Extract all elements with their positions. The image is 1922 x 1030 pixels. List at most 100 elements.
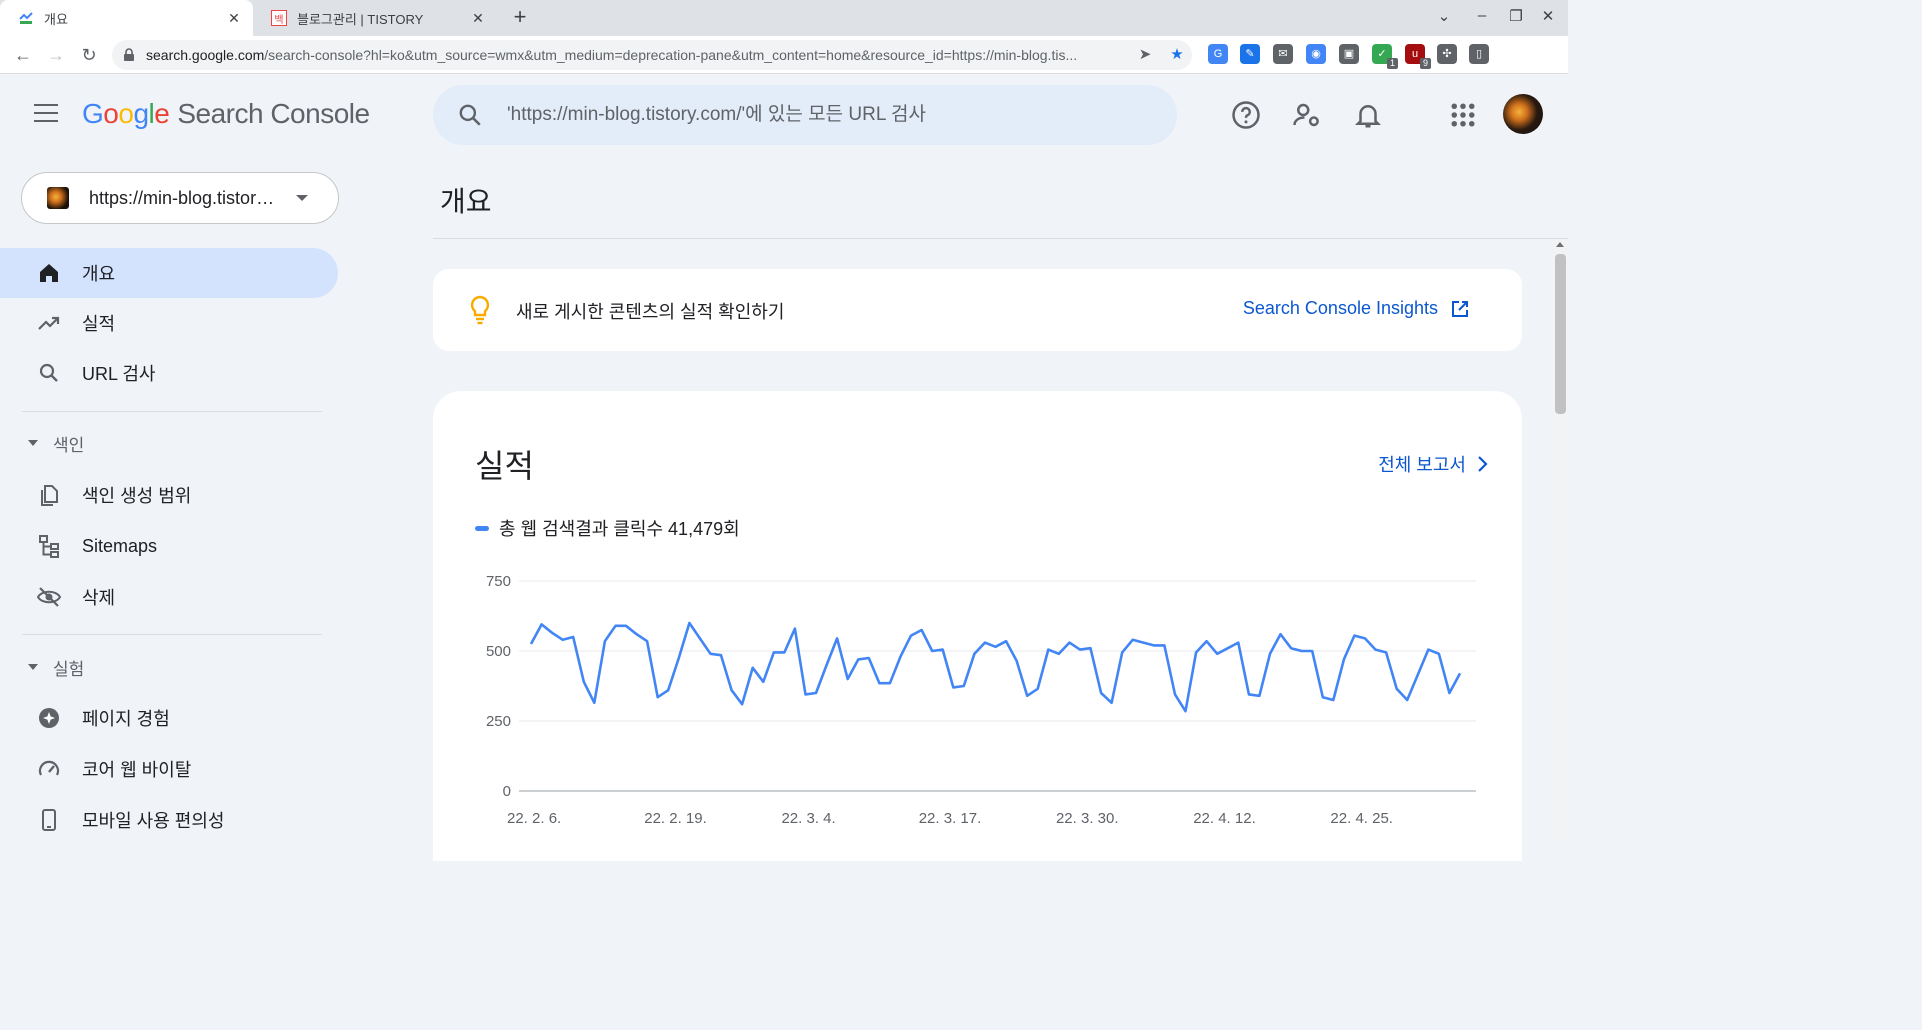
extension-badge: 9 bbox=[1420, 58, 1431, 69]
sidebar-item-label: 모바일 사용 편의성 bbox=[82, 811, 225, 831]
new-tab-button[interactable]: + bbox=[508, 6, 532, 30]
app-header: Google Search Console bbox=[0, 74, 1568, 158]
sidebar-item-performance[interactable]: 실적 bbox=[0, 298, 338, 348]
account-avatar[interactable] bbox=[1503, 94, 1543, 134]
user-settings-icon[interactable] bbox=[1292, 100, 1322, 130]
sidebar-item-mobile-usability[interactable]: 모바일 사용 편의성 bbox=[0, 795, 338, 845]
sidebar-item-label: 삭제 bbox=[82, 588, 116, 608]
clicks-series-line[interactable] bbox=[529, 621, 1462, 713]
tab-close-icon[interactable]: ✕ bbox=[469, 9, 487, 27]
forward-icon[interactable]: → bbox=[45, 44, 67, 66]
x-tick-label: 22. 2. 19. bbox=[644, 810, 707, 827]
sidebar-item-url-inspection[interactable]: URL 검사 bbox=[0, 348, 338, 398]
caret-down-icon bbox=[28, 440, 38, 446]
section-experience-toggle[interactable]: 실험 bbox=[28, 655, 84, 679]
performance-title: 실적 bbox=[475, 448, 534, 484]
address-bar: ← → ↻ search.google.com/search-console?h… bbox=[0, 36, 1568, 74]
sidebar-divider bbox=[22, 411, 322, 412]
search-icon bbox=[36, 360, 62, 386]
sidebar-item-label: URL 검사 bbox=[82, 364, 156, 384]
page-title: 개요 bbox=[440, 186, 492, 217]
main-content: 개요 새로 게시한 콘텐츠의 실적 확인하기 Search Console In… bbox=[433, 158, 1568, 861]
property-selector[interactable]: https://min-blog.tistory.com/ bbox=[21, 172, 339, 224]
home-icon bbox=[36, 260, 62, 286]
sidebar-item-label: 실적 bbox=[82, 314, 116, 334]
insights-card: 새로 게시한 콘텐츠의 실적 확인하기 Search Console Insig… bbox=[433, 269, 1522, 351]
x-tick-label: 22. 2. 6. bbox=[507, 810, 561, 827]
sidepanel-extension-icon[interactable]: ▯ bbox=[1469, 44, 1489, 64]
puzzle-extension-icon[interactable]: ✣ bbox=[1437, 44, 1457, 64]
tab-close-icon[interactable]: ✕ bbox=[225, 9, 243, 27]
sidebar-item-overview[interactable]: 개요 bbox=[0, 248, 338, 298]
sidebar-item-sitemaps[interactable]: Sitemaps bbox=[0, 521, 338, 571]
search-input[interactable] bbox=[507, 104, 1147, 126]
help-icon[interactable] bbox=[1231, 100, 1261, 130]
x-tick-label: 22. 3. 17. bbox=[919, 810, 982, 827]
bookmark-star-icon[interactable]: ★ bbox=[1168, 46, 1186, 64]
shield-check-extension-icon[interactable]: ✓ 1 bbox=[1372, 44, 1398, 69]
x-tick-label: 22. 3. 30. bbox=[1056, 810, 1119, 827]
send-icon[interactable]: ➤ bbox=[1136, 46, 1154, 64]
chart-legend[interactable]: 총 웹 검색결과 클릭수 41,479회 bbox=[475, 515, 740, 541]
sidebar-item-label: Sitemaps bbox=[82, 535, 158, 556]
lock-icon bbox=[124, 48, 134, 61]
url-text: search.google.com/search-console?hl=ko&u… bbox=[146, 47, 1078, 63]
lightbulb-icon bbox=[470, 295, 490, 325]
search-console-favicon-icon bbox=[18, 10, 34, 26]
sidebar-item-core-web-vitals[interactable]: 코어 웹 바이탈 bbox=[0, 744, 338, 794]
ublock-extension-icon[interactable]: u9 bbox=[1405, 44, 1431, 69]
minimize-icon[interactable]: – bbox=[1471, 7, 1493, 24]
open-in-new-icon bbox=[1452, 300, 1468, 317]
x-tick-label: 22. 3. 4. bbox=[781, 810, 835, 827]
window-close-icon[interactable]: ✕ bbox=[1537, 7, 1559, 25]
badge-icon bbox=[36, 705, 62, 731]
sidebar-divider bbox=[22, 634, 322, 635]
tistory-favicon-icon: 백 bbox=[271, 10, 287, 26]
y-tick-label: 500 bbox=[486, 643, 511, 660]
scrollbar-thumb[interactable] bbox=[1555, 254, 1566, 414]
back-icon[interactable]: ← bbox=[12, 44, 34, 66]
sidebar-item-label: 색인 생성 범위 bbox=[82, 486, 192, 506]
apps-grid-icon[interactable] bbox=[1448, 100, 1478, 130]
sidebar-item-page-experience[interactable]: 페이지 경험 bbox=[0, 693, 338, 743]
tab-search-icon[interactable]: ⌄ bbox=[1433, 7, 1455, 25]
tab-title: 개요 bbox=[44, 11, 68, 27]
section-index-toggle[interactable]: 색인 bbox=[28, 431, 84, 455]
tab-overview[interactable]: 개요 ✕ bbox=[0, 0, 253, 36]
pen-extension-icon[interactable]: ✎ bbox=[1240, 44, 1260, 64]
performance-card: 실적 전체 보고서 총 웹 검색결과 클릭수 41,479회 750 500 250… bbox=[433, 391, 1522, 861]
property-favicon bbox=[47, 187, 69, 209]
caret-down-icon bbox=[28, 664, 38, 670]
x-tick-label: 22. 4. 12. bbox=[1193, 810, 1256, 827]
file-copy-icon bbox=[36, 482, 62, 508]
sidebar-item-removals[interactable]: 삭제 bbox=[0, 572, 338, 622]
menu-icon[interactable] bbox=[34, 104, 58, 122]
search-console-insights-link[interactable]: Search Console Insights bbox=[1243, 298, 1470, 319]
sidebar-item-coverage[interactable]: 색인 생성 범위 bbox=[0, 470, 338, 520]
omnibox[interactable]: search.google.com/search-console?hl=ko&u… bbox=[112, 40, 1192, 70]
legend-label: 총 웹 검색결과 클릭수 41,479회 bbox=[499, 519, 740, 539]
notifications-icon[interactable] bbox=[1353, 100, 1383, 130]
extension-badge: 1 bbox=[1387, 58, 1398, 69]
smartphone-icon bbox=[36, 807, 62, 833]
restore-icon[interactable]: ❐ bbox=[1505, 7, 1527, 25]
translate-extension-icon[interactable]: G bbox=[1208, 44, 1228, 64]
full-report-link[interactable]: 전체 보고서 bbox=[1378, 451, 1488, 477]
chevron-right-icon bbox=[1478, 456, 1488, 472]
tab-tistory[interactable]: 백 블로그관리 | TISTORY ✕ bbox=[253, 0, 497, 36]
search-console-logo[interactable]: Google Search Console bbox=[82, 98, 370, 130]
sidebar-item-label: 개요 bbox=[82, 264, 116, 284]
y-tick-label: 750 bbox=[486, 573, 511, 590]
sidebar: https://min-blog.tistory.com/ 개요 실적 URL … bbox=[0, 158, 350, 840]
portrait-extension-icon[interactable]: ▣ bbox=[1339, 44, 1359, 64]
browser-tab-bar: 개요 ✕ 백 블로그관리 | TISTORY ✕ + ⌄ – ❐ ✕ bbox=[0, 0, 1568, 36]
sidebar-item-label: 코어 웹 바이탈 bbox=[82, 760, 192, 780]
globe-extension-icon[interactable]: ◉ bbox=[1306, 44, 1326, 64]
tab-title: 블로그관리 | TISTORY bbox=[297, 11, 424, 27]
mail-extension-icon[interactable]: ✉ bbox=[1273, 44, 1293, 64]
scroll-up-arrow-icon[interactable] bbox=[1556, 242, 1564, 247]
speed-icon bbox=[36, 756, 62, 782]
reload-icon[interactable]: ↻ bbox=[78, 44, 100, 66]
sitemap-icon bbox=[36, 533, 62, 559]
url-inspection-search[interactable] bbox=[433, 85, 1177, 145]
